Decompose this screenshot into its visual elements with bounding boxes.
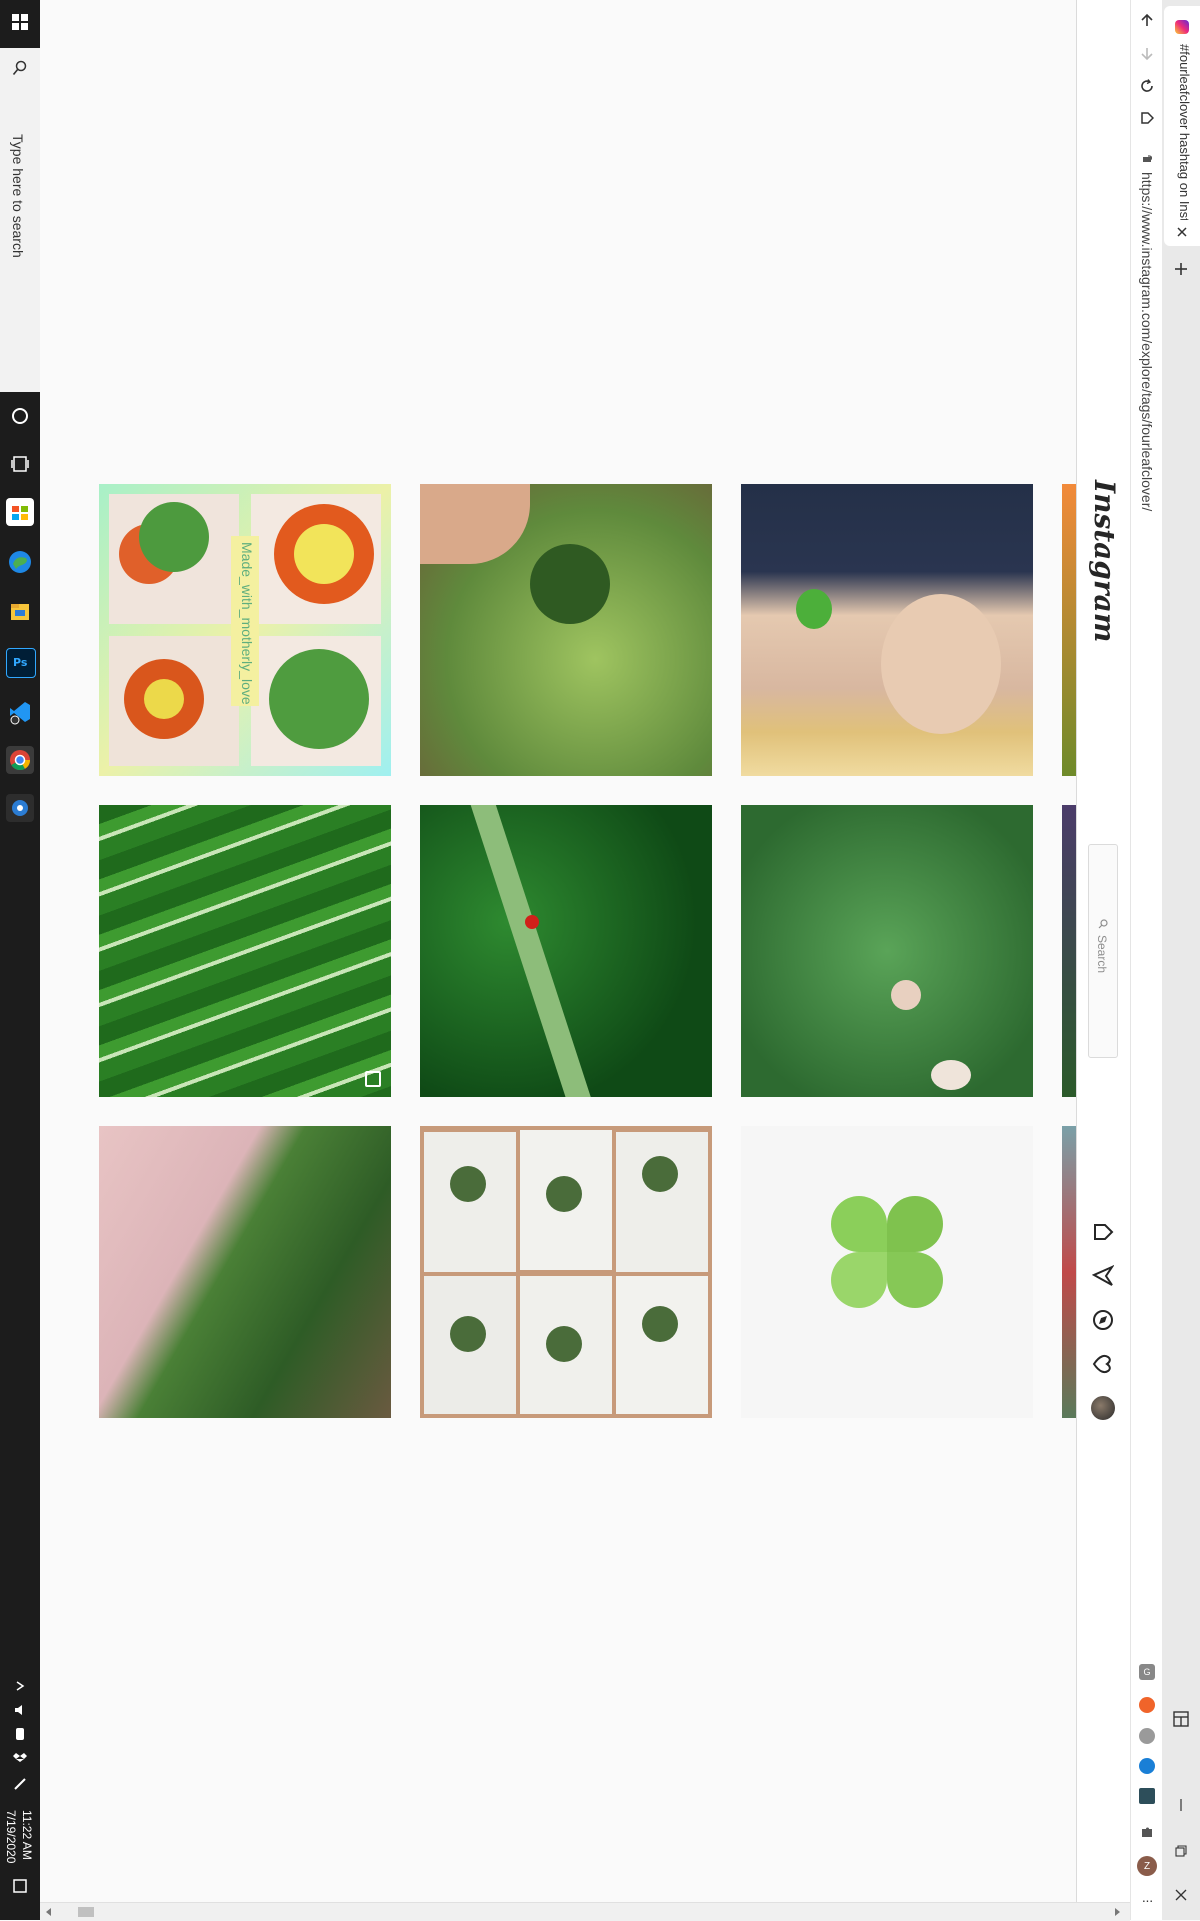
tab-title: #fourleafclover hashtag on Insta	[1177, 44, 1192, 220]
taskbar-search-placeholder: Type here to search	[10, 134, 26, 258]
post-girl-with-clover[interactable]	[741, 484, 1033, 776]
restore-icon[interactable]	[1172, 1842, 1190, 1860]
scroll-right-arrow[interactable]	[1115, 1908, 1120, 1916]
dropbox-icon[interactable]	[10, 1748, 30, 1768]
home-icon[interactable]	[1089, 1218, 1117, 1246]
profile-avatar-icon[interactable]	[1091, 1396, 1115, 1420]
extension-orange-icon[interactable]	[1139, 1697, 1155, 1713]
post-partial-purple[interactable]	[1062, 805, 1076, 1097]
edge-icon[interactable]	[6, 548, 34, 576]
overlay-text: Made_with_motherly_love	[239, 542, 255, 705]
post-green-pattern-art[interactable]	[99, 805, 391, 1097]
notification-icon[interactable]	[10, 1876, 30, 1896]
new-tab-icon[interactable]	[1172, 260, 1190, 278]
extension-gray-icon[interactable]	[1139, 1728, 1155, 1744]
minimize-icon[interactable]	[1172, 1796, 1190, 1814]
browser-toolbar: https://www.instagram.com/explore/tags/f…	[1130, 0, 1163, 1920]
file-explorer-icon[interactable]	[6, 598, 34, 626]
explore-icon[interactable]	[1089, 1306, 1117, 1334]
vscode-icon[interactable]	[6, 698, 34, 726]
post-paper-origami-clover[interactable]	[741, 1126, 1033, 1418]
instagram-logo[interactable]: Instagram	[1088, 480, 1121, 642]
post-hand-holding-clover[interactable]	[420, 484, 712, 776]
extension-blue-icon[interactable]	[1139, 1758, 1155, 1774]
search-icon	[1095, 917, 1111, 931]
clock-date[interactable]: 7/19/2020	[4, 1810, 18, 1863]
instagram-favicon	[1175, 20, 1189, 34]
instagram-explore-grid: Made_with_motherly_love	[40, 0, 1076, 1902]
close-tab-icon[interactable]	[1174, 224, 1190, 240]
post-clover-crafts-collage[interactable]: Made_with_motherly_love	[99, 484, 391, 776]
windows-taskbar: Type here to search Ps 11:22 AM 7/19/202…	[0, 0, 40, 1920]
grammarly-icon[interactable]: G	[1139, 1664, 1155, 1680]
horizontal-scrollbar[interactable]	[40, 1902, 1130, 1921]
direct-icon[interactable]	[1089, 1262, 1117, 1290]
puzzle-icon[interactable]	[1139, 1824, 1155, 1840]
battery-icon[interactable]	[10, 1724, 30, 1744]
start-icon[interactable]	[8, 10, 32, 34]
search-input[interactable]: Search	[1088, 844, 1118, 1058]
post-hand-picking-clover[interactable]	[99, 1126, 391, 1418]
taskbar-search-box[interactable]: Type here to search	[0, 48, 40, 392]
instagram-header: Instagram Search	[1076, 0, 1131, 1902]
close-window-icon[interactable]	[1172, 1886, 1190, 1904]
extension-monitor-icon[interactable]	[1139, 1788, 1155, 1804]
post-ladybug-on-stem[interactable]	[420, 805, 712, 1097]
chrome-icon[interactable]	[6, 746, 34, 774]
profile-z-icon[interactable]: Z	[1137, 1856, 1157, 1876]
back-icon[interactable]	[1137, 10, 1157, 30]
post-clover-patch[interactable]	[741, 805, 1033, 1097]
address-bar-url[interactable]: https://www.instagram.com/explore/tags/f…	[1139, 172, 1155, 511]
post-partial-flowers[interactable]	[1062, 1126, 1076, 1418]
speaker-icon[interactable]	[10, 1700, 30, 1720]
activity-heart-icon[interactable]	[1089, 1350, 1117, 1378]
pen-icon[interactable]	[10, 1774, 30, 1794]
more-icon[interactable]: ···	[1139, 1892, 1155, 1908]
clock-time[interactable]: 11:22 AM	[20, 1810, 34, 1860]
search-placeholder: Search	[1095, 935, 1109, 974]
forward-icon[interactable]	[1137, 44, 1157, 64]
chevron-up-icon[interactable]	[10, 1676, 30, 1696]
post-partial-orange[interactable]	[1062, 484, 1076, 776]
home-icon[interactable]	[1137, 108, 1157, 128]
task-view-icon[interactable]	[6, 450, 34, 478]
store-icon[interactable]	[6, 498, 34, 526]
search-icon	[10, 58, 30, 78]
settings-icon[interactable]	[6, 794, 34, 822]
lock-icon[interactable]	[1139, 150, 1155, 166]
scrollbar-thumb[interactable]	[78, 1907, 94, 1917]
reading-mode-icon[interactable]	[1172, 1710, 1190, 1728]
cortana-icon[interactable]	[6, 402, 34, 430]
scroll-left-arrow[interactable]	[46, 1908, 51, 1916]
tab-strip: #fourleafclover hashtag on Insta	[1162, 0, 1200, 1920]
post-pressed-clover-cards[interactable]	[420, 1126, 712, 1418]
reload-icon[interactable]	[1137, 76, 1157, 96]
photoshop-icon[interactable]: Ps	[6, 648, 36, 678]
tab-instagram[interactable]: #fourleafclover hashtag on Insta	[1164, 6, 1200, 246]
multiple-posts-icon	[365, 1071, 381, 1087]
